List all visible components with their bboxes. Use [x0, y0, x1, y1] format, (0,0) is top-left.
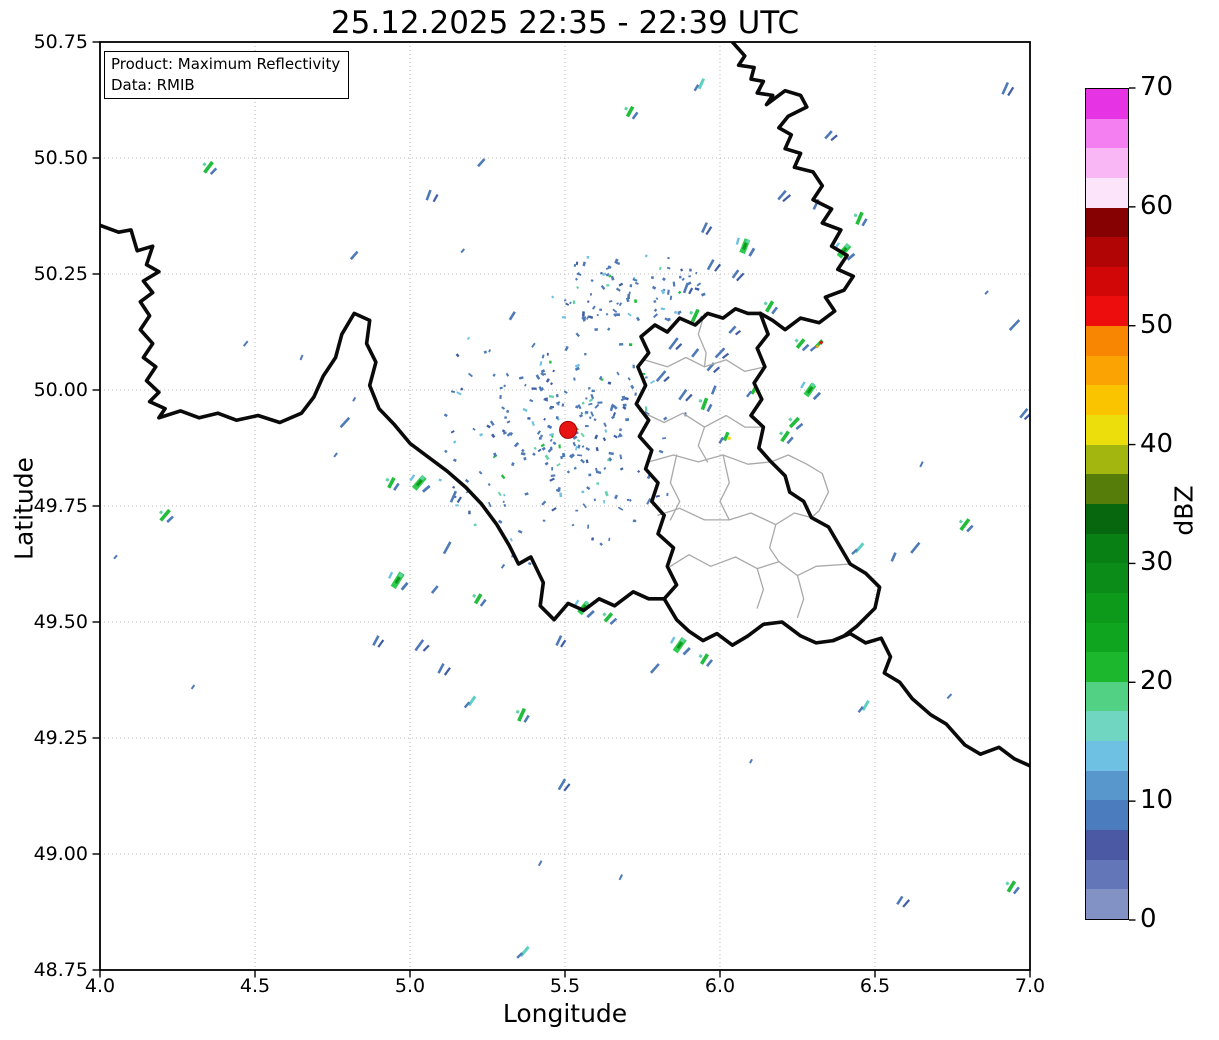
radar-figure: 25.12.2025 22:35 - 22:39 UTC Product: Ma… — [0, 0, 1219, 1040]
radar-echoes — [113, 78, 1032, 959]
regional-border-line — [658, 508, 811, 524]
colorbar-segment — [1086, 356, 1128, 386]
colorbar-segment — [1086, 534, 1128, 564]
national-border-line — [732, 42, 853, 330]
x-tick-label: 7.0 — [995, 975, 1065, 997]
x-tick-label: 5.0 — [375, 975, 445, 997]
regional-border-line — [798, 576, 804, 618]
colorbar-segment — [1086, 326, 1128, 356]
colorbar-segment — [1086, 563, 1128, 593]
colorbar-segment — [1086, 830, 1128, 860]
colorbar-tick-label: 20 — [1140, 666, 1200, 696]
colorbar-segment — [1086, 623, 1128, 653]
national-border-line — [833, 634, 1030, 766]
x-tick-label: 5.5 — [530, 975, 600, 997]
regional-border-line — [649, 455, 771, 464]
colorbar-segment — [1086, 593, 1128, 623]
colorbar-segment — [1086, 771, 1128, 801]
colorbar-segment — [1086, 296, 1128, 326]
product-line: Product: Maximum Reflectivity — [111, 54, 340, 75]
colorbar-tick-label: 70 — [1140, 72, 1200, 102]
national-border-line — [636, 309, 760, 599]
colorbar-segment — [1086, 504, 1128, 534]
grid-lines — [100, 42, 1030, 970]
colorbar-segment — [1086, 889, 1128, 919]
y-tick-label: 49.00 — [18, 843, 88, 865]
colorbar-segment — [1086, 89, 1128, 119]
axis-ticks — [93, 42, 1136, 978]
map-plot-canvas — [0, 0, 1219, 1040]
colorbar-segment — [1086, 474, 1128, 504]
colorbar-segment — [1086, 682, 1128, 712]
colorbar-segment — [1086, 208, 1128, 238]
y-tick-label: 49.50 — [18, 611, 88, 633]
x-tick-label: 6.0 — [685, 975, 755, 997]
y-tick-label: 50.50 — [18, 147, 88, 169]
colorbar-tick-label: 50 — [1140, 310, 1200, 340]
regional-border-line — [698, 427, 707, 462]
y-tick-label: 50.75 — [18, 31, 88, 53]
radar-site-marker — [560, 421, 577, 438]
colorbar-tick-label: 0 — [1140, 904, 1200, 934]
colorbar-segment — [1086, 741, 1128, 771]
regional-border-line — [770, 525, 779, 562]
regional-border-line — [771, 455, 828, 518]
x-tick-label: 6.5 — [840, 975, 910, 997]
regional-border-line — [720, 455, 729, 520]
product-annotation-box: Product: Maximum Reflectivity Data: RMIB — [104, 51, 349, 99]
colorbar-segment — [1086, 711, 1128, 741]
y-tick-label: 50.00 — [18, 379, 88, 401]
y-tick-label: 49.25 — [18, 727, 88, 749]
national-border-line — [751, 313, 880, 640]
national-border-line — [100, 225, 664, 619]
colorbar-tick-label: 30 — [1140, 547, 1200, 577]
colorbar-segment — [1086, 385, 1128, 415]
colorbar-segment — [1086, 237, 1128, 267]
colorbar-segment — [1086, 860, 1128, 890]
colorbar-segment — [1086, 119, 1128, 149]
x-tick-label: 4.5 — [220, 975, 290, 997]
colorbar-segment — [1086, 445, 1128, 475]
y-tick-label: 48.75 — [18, 959, 88, 981]
data-source-line: Data: RMIB — [111, 75, 340, 96]
y-tick-label: 49.75 — [18, 495, 88, 517]
colorbar-unit-label: dBZ — [1170, 461, 1199, 561]
colorbar-segment — [1086, 800, 1128, 830]
y-tick-label: 50.25 — [18, 263, 88, 285]
colorbar-tick-label: 10 — [1140, 785, 1200, 815]
colorbar-segment — [1086, 148, 1128, 178]
x-axis-label: Longitude — [100, 999, 1030, 1028]
regional-border-line — [670, 555, 850, 576]
regional-border-line — [757, 569, 763, 609]
colorbar-tick-label: 60 — [1140, 191, 1200, 221]
colorbar — [1085, 88, 1129, 920]
map-content — [100, 42, 1032, 970]
colorbar-segment — [1086, 178, 1128, 208]
colorbar-segment — [1086, 267, 1128, 297]
regional-border-line — [639, 411, 763, 427]
colorbar-tick-label: 40 — [1140, 429, 1200, 459]
colorbar-segment — [1086, 415, 1128, 445]
colorbar-segment — [1086, 652, 1128, 682]
